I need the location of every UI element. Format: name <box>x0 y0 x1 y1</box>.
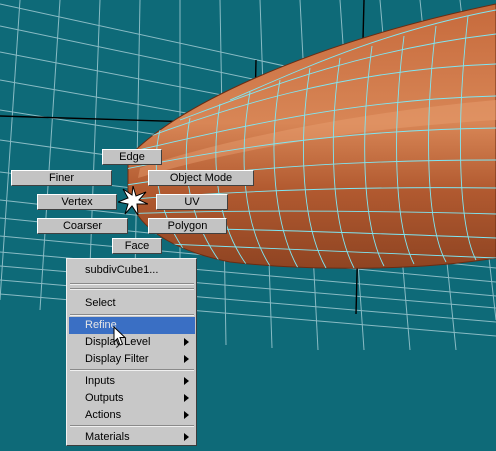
menu-item-label: Outputs <box>85 392 124 404</box>
menu-item-inputs[interactable]: Inputs <box>69 373 195 390</box>
marking-menu-center-star-icon <box>118 186 148 216</box>
menu-item-label: Select <box>85 297 116 309</box>
menu-item-display-filter[interactable]: Display Filter <box>69 351 195 368</box>
marking-menu-vertex[interactable]: Vertex <box>37 194 117 210</box>
context-menu: subdivCube1... Select Refine Display Lev… <box>66 258 197 446</box>
menu-item-label: Display Filter <box>85 353 149 365</box>
marking-menu-uv[interactable]: UV <box>156 194 228 210</box>
submenu-arrow-icon <box>184 338 189 346</box>
menu-item-select[interactable]: Select <box>69 295 195 312</box>
marking-menu-finer[interactable]: Finer <box>11 170 112 186</box>
menu-item-label: Inputs <box>85 375 115 387</box>
menu-item-label: Materials <box>85 431 130 443</box>
menu-item-outputs[interactable]: Outputs <box>69 390 195 407</box>
menu-separator <box>70 283 194 285</box>
marking-menu-face[interactable]: Face <box>112 238 162 254</box>
3d-viewport[interactable]: Edge Finer Object Mode Vertex UV Coarser… <box>0 0 496 451</box>
submenu-arrow-icon <box>184 355 189 363</box>
menu-separator <box>70 314 194 316</box>
menu-item-display-level[interactable]: Display Level <box>69 334 195 351</box>
marking-menu-edge[interactable]: Edge <box>102 149 162 165</box>
submenu-arrow-icon <box>184 394 189 402</box>
marking-menu-coarser[interactable]: Coarser <box>37 218 128 234</box>
menu-item-materials[interactable]: Materials <box>69 429 195 446</box>
menu-separator <box>70 288 194 290</box>
submenu-arrow-icon <box>184 377 189 385</box>
menu-separator <box>70 425 194 427</box>
mouse-pointer-icon <box>113 326 127 346</box>
marking-menu-object-mode[interactable]: Object Mode <box>148 170 254 186</box>
menu-item-label: Actions <box>85 409 122 421</box>
marking-menu-polygon[interactable]: Polygon <box>148 218 227 234</box>
submenu-arrow-icon <box>184 411 189 419</box>
menu-item-refine[interactable]: Refine <box>69 317 195 334</box>
submenu-arrow-icon <box>184 433 189 441</box>
menu-separator <box>70 369 194 371</box>
menu-header-label: subdivCube1... <box>85 264 159 276</box>
menu-item-actions[interactable]: Actions <box>69 407 195 424</box>
menu-header-object-name: subdivCube1... <box>69 262 195 279</box>
